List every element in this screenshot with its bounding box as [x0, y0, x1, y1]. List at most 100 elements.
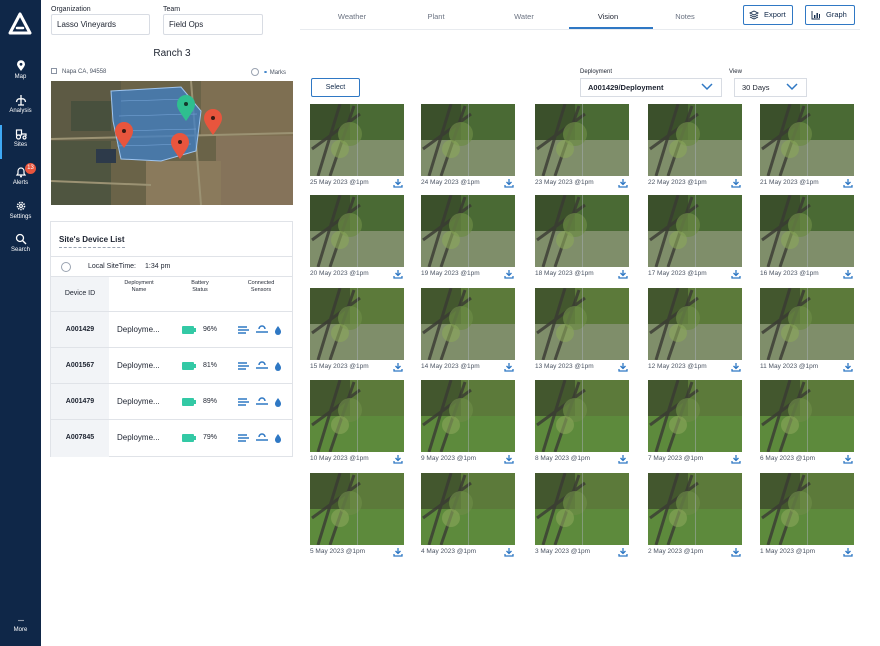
sidebar-item-sites[interactable]: Sites [0, 125, 41, 160]
photo-image [310, 473, 404, 545]
sidebar-item-analysis[interactable]: Analysis [0, 94, 41, 126]
site-address: Napa CA, 94558 [51, 68, 106, 75]
vision-photo[interactable] [421, 473, 515, 545]
download-icon[interactable] [504, 178, 514, 188]
vision-photo[interactable] [535, 473, 629, 545]
header-text: Connected [247, 280, 275, 286]
device-row[interactable]: A001567 Deployme... 81% [51, 347, 292, 383]
vision-photo[interactable] [310, 195, 404, 267]
vision-photo[interactable] [310, 104, 404, 176]
vision-photo[interactable] [760, 195, 854, 267]
download-icon[interactable] [731, 269, 741, 279]
alerts-badge: 13 [25, 163, 36, 174]
logo-icon[interactable] [8, 12, 32, 36]
vision-photo[interactable] [421, 288, 515, 360]
photo-image [421, 104, 515, 176]
vision-photo[interactable] [648, 104, 742, 176]
vision-photo[interactable] [535, 195, 629, 267]
tab-notes[interactable]: Notes [650, 12, 720, 21]
battery-icon [182, 362, 196, 370]
download-icon[interactable] [393, 362, 403, 372]
photo-caption: 2 May 2023 @1pm [648, 548, 704, 555]
photo-caption: 15 May 2023 @1pm [310, 363, 369, 370]
device-row[interactable]: A001479 Deployme... 89% [51, 383, 292, 419]
download-icon[interactable] [504, 362, 514, 372]
download-icon[interactable] [843, 178, 853, 188]
photo-image [421, 288, 515, 360]
photo-image [648, 473, 742, 545]
header-text: Deployment [124, 280, 154, 286]
download-icon[interactable] [504, 269, 514, 279]
vision-photo[interactable] [648, 473, 742, 545]
device-row[interactable]: A007845 Deployme... 79% [51, 419, 292, 455]
vision-photo[interactable] [760, 473, 854, 545]
search-icon [15, 233, 26, 245]
vision-photo[interactable] [310, 288, 404, 360]
download-icon[interactable] [843, 454, 853, 464]
graph-button[interactable]: Graph [805, 5, 855, 25]
vision-photo[interactable] [421, 104, 515, 176]
download-icon[interactable] [393, 178, 403, 188]
photo-image [648, 288, 742, 360]
sidebar-item-label: More [13, 627, 28, 633]
vision-photo[interactable] [648, 195, 742, 267]
download-icon[interactable] [843, 362, 853, 372]
download-icon[interactable] [618, 454, 628, 464]
deployment-name: Deployme... [117, 361, 160, 370]
download-icon[interactable] [504, 454, 514, 464]
vision-photo[interactable] [421, 380, 515, 452]
view-label: View [729, 69, 742, 75]
vision-photo[interactable] [421, 195, 515, 267]
vision-photo[interactable] [535, 380, 629, 452]
vision-photo[interactable] [310, 473, 404, 545]
download-icon[interactable] [618, 547, 628, 557]
sidebar-item-more[interactable]: More [0, 619, 41, 646]
sidebar-item-label: Search [10, 247, 30, 253]
download-icon[interactable] [504, 547, 514, 557]
vision-photo[interactable] [760, 380, 854, 452]
tab-vision[interactable]: Vision [573, 12, 643, 21]
device-row[interactable]: A001429 Deployme... 96% [51, 311, 292, 347]
download-icon[interactable] [393, 454, 403, 464]
sidebar-item-alerts[interactable]: 13 Alerts [0, 163, 41, 198]
download-icon[interactable] [618, 362, 628, 372]
download-icon[interactable] [731, 547, 741, 557]
download-icon[interactable] [731, 178, 741, 188]
vision-photo[interactable] [535, 288, 629, 360]
view-dropdown[interactable]: 30 Days [734, 78, 807, 97]
sidebar-item-search[interactable]: Search [0, 233, 41, 265]
organization-select[interactable]: Lasso Vineyards [51, 14, 150, 35]
vision-photo[interactable] [760, 288, 854, 360]
team-label: Team [163, 6, 181, 13]
download-icon[interactable] [843, 269, 853, 279]
download-icon[interactable] [731, 362, 741, 372]
tab-water[interactable]: Water [489, 12, 559, 21]
download-icon[interactable] [393, 547, 403, 557]
export-button[interactable]: Export [743, 5, 793, 25]
vision-photo[interactable] [535, 104, 629, 176]
site-map[interactable] [51, 81, 293, 205]
vision-photo[interactable] [760, 104, 854, 176]
photo-image [310, 380, 404, 452]
download-icon[interactable] [618, 269, 628, 279]
deployment-dropdown[interactable]: A001429/Deployment [580, 78, 722, 97]
sidebar-item-settings[interactable]: Settings [0, 200, 41, 232]
vision-photo[interactable] [648, 380, 742, 452]
clock-icon [61, 262, 71, 272]
download-icon[interactable] [393, 269, 403, 279]
sidebar-item-map[interactable]: Map [0, 60, 41, 92]
local-time-value: 1:34 pm [145, 263, 171, 270]
marks-toggle[interactable]: ⚭ Marks [251, 68, 286, 76]
vision-photo[interactable] [648, 288, 742, 360]
tab-weather[interactable]: Weather [317, 12, 387, 21]
select-button[interactable]: Select [311, 78, 360, 97]
vision-photo[interactable] [310, 380, 404, 452]
team-select[interactable]: Field Ops [163, 14, 263, 35]
gear-icon [16, 201, 25, 211]
download-icon[interactable] [618, 178, 628, 188]
photo-image [760, 473, 854, 545]
download-icon[interactable] [731, 454, 741, 464]
tab-plant[interactable]: Plant [401, 12, 471, 21]
photo-image [310, 104, 404, 176]
download-icon[interactable] [843, 547, 853, 557]
